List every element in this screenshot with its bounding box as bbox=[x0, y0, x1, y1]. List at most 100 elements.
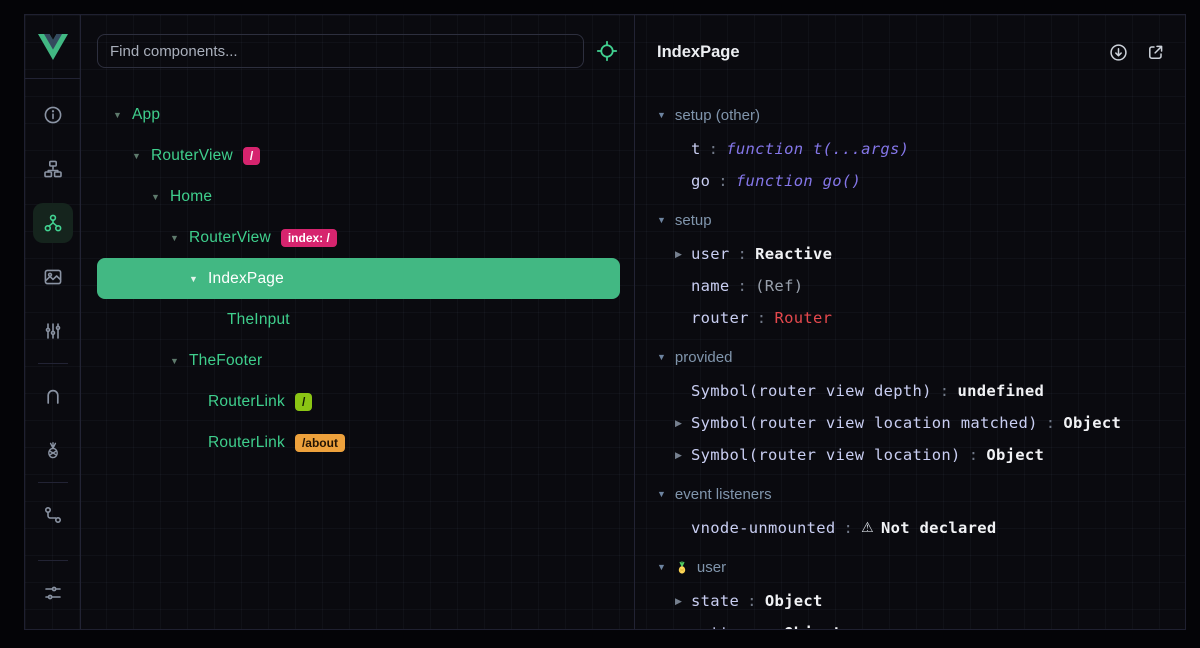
caret-down-icon[interactable]: ▼ bbox=[170, 233, 189, 243]
section-setup-other: ▼ setup (other) t : function t(...args) … bbox=[635, 97, 1185, 197]
prop-value: Object bbox=[986, 446, 1044, 464]
sidebar-divider bbox=[38, 482, 68, 483]
components-icon bbox=[43, 213, 63, 233]
caret-down-icon[interactable]: ▼ bbox=[113, 110, 132, 120]
caret-down-icon[interactable]: ▼ bbox=[132, 151, 151, 161]
prop-row-symbol-depth[interactable]: Symbol(router view depth) : undefined bbox=[635, 375, 1185, 407]
component-name: RouterView bbox=[151, 147, 233, 165]
tree-node-home[interactable]: ▼ Home bbox=[97, 176, 620, 217]
search-input[interactable] bbox=[97, 34, 584, 68]
tree-node-indexpage[interactable]: ▼ IndexPage bbox=[97, 258, 620, 299]
caret-right-icon[interactable]: ▶ bbox=[675, 596, 691, 607]
section-label: setup bbox=[675, 212, 712, 229]
prop-value: function go() bbox=[736, 172, 861, 190]
locate-icon bbox=[596, 40, 618, 62]
prop-value: Object bbox=[1063, 414, 1121, 432]
prop-value: Not declared bbox=[881, 519, 997, 537]
component-tree-icon bbox=[43, 159, 63, 179]
open-in-editor-icon bbox=[1146, 43, 1165, 62]
open-in-editor-button[interactable] bbox=[1146, 43, 1165, 62]
prop-row-user[interactable]: ▶ user : Reactive bbox=[635, 238, 1185, 270]
prop-separator: : bbox=[843, 519, 853, 537]
component-name: TheInput bbox=[227, 311, 290, 329]
caret-down-icon[interactable]: ▼ bbox=[151, 192, 170, 202]
sidebar-item-hooks[interactable] bbox=[33, 376, 73, 416]
caret-down-icon[interactable]: ▼ bbox=[189, 274, 208, 284]
prop-key: getters bbox=[691, 624, 758, 629]
sidebar-item-pinia[interactable] bbox=[33, 430, 73, 470]
inspector-actions bbox=[1109, 43, 1165, 62]
select-component-button[interactable] bbox=[596, 40, 618, 62]
prop-key: vnode-unmounted bbox=[691, 519, 835, 537]
section-header-pinia-user[interactable]: ▼ user bbox=[635, 549, 1185, 585]
prop-row-router[interactable]: router : Router bbox=[635, 302, 1185, 334]
prop-row-state[interactable]: ▶ state : Object bbox=[635, 585, 1185, 617]
warning-icon: ⚠ bbox=[861, 520, 874, 536]
tree-node-routerview[interactable]: ▼ RouterView / bbox=[97, 135, 620, 176]
hooks-icon bbox=[43, 386, 63, 406]
sidebar bbox=[25, 15, 81, 629]
options-icon bbox=[43, 321, 63, 341]
tree-node-app[interactable]: ▼ App bbox=[97, 94, 620, 135]
prop-value: Router bbox=[774, 309, 832, 327]
tree-node-routerview-index[interactable]: ▼ RouterView index: / bbox=[97, 217, 620, 258]
tree-node-routerlink-1[interactable]: RouterLink / bbox=[97, 381, 620, 422]
prop-row-name[interactable]: name : (Ref) bbox=[635, 270, 1185, 302]
prop-row-getters[interactable]: ▶ getters : Object bbox=[635, 617, 1185, 629]
section-header-event-listeners[interactable]: ▼ event listeners bbox=[635, 476, 1185, 512]
prop-row-go[interactable]: go : function go() bbox=[635, 165, 1185, 197]
assets-icon bbox=[43, 267, 63, 287]
prop-separator: : bbox=[738, 245, 748, 263]
caret-down-icon[interactable]: ▼ bbox=[657, 352, 666, 362]
caret-down-icon[interactable]: ▼ bbox=[170, 356, 189, 366]
graph-icon bbox=[43, 505, 63, 525]
caret-down-icon[interactable]: ▼ bbox=[657, 489, 666, 499]
section-label: setup (other) bbox=[675, 107, 760, 124]
caret-down-icon[interactable]: ▼ bbox=[657, 562, 666, 572]
sidebar-item-components[interactable] bbox=[33, 203, 73, 243]
component-tree: ▼ App ▼ RouterView / ▼ Home ▼ RouterView… bbox=[81, 94, 634, 463]
prop-key: t bbox=[691, 140, 701, 158]
inspector-panel: IndexPage ▼ bbox=[635, 15, 1185, 629]
prop-separator: : bbox=[757, 309, 767, 327]
sidebar-item-settings[interactable] bbox=[33, 573, 73, 613]
sidebar-item-options[interactable] bbox=[33, 311, 73, 351]
tree-node-theinput[interactable]: TheInput bbox=[97, 299, 620, 340]
prop-separator: : bbox=[747, 592, 757, 610]
component-tree-panel: ▼ App ▼ RouterView / ▼ Home ▼ RouterView… bbox=[81, 15, 635, 629]
sidebar-item-info[interactable] bbox=[33, 95, 73, 135]
sidebar-item-component-tree[interactable] bbox=[33, 149, 73, 189]
prop-key: Symbol(router view location) bbox=[691, 446, 961, 464]
section-label: user bbox=[697, 559, 726, 576]
section-header-setup-other[interactable]: ▼ setup (other) bbox=[635, 97, 1185, 133]
prop-value: undefined bbox=[957, 382, 1044, 400]
prop-value: Object bbox=[765, 592, 823, 610]
sidebar-item-graph[interactable] bbox=[33, 495, 73, 535]
tree-node-routerlink-2[interactable]: RouterLink /about bbox=[97, 422, 620, 463]
prop-row-vnode-unmounted[interactable]: vnode-unmounted : ⚠ Not declared bbox=[635, 512, 1185, 544]
scroll-to-component-button[interactable] bbox=[1109, 43, 1128, 62]
route-badge: / bbox=[295, 393, 312, 411]
prop-row-symbol-location[interactable]: ▶ Symbol(router view location) : Object bbox=[635, 439, 1185, 471]
caret-down-icon[interactable]: ▼ bbox=[657, 110, 666, 120]
section-header-provided[interactable]: ▼ provided bbox=[635, 339, 1185, 375]
sidebar-item-assets[interactable] bbox=[33, 257, 73, 297]
prop-key: Symbol(router view location matched) bbox=[691, 414, 1038, 432]
tree-node-thefooter[interactable]: ▼ TheFooter bbox=[97, 340, 620, 381]
vue-logo[interactable] bbox=[25, 15, 80, 79]
pinia-icon bbox=[43, 440, 63, 460]
caret-right-icon[interactable]: ▶ bbox=[675, 249, 691, 260]
section-header-setup[interactable]: ▼ setup bbox=[635, 202, 1185, 238]
sidebar-divider bbox=[38, 363, 68, 364]
prop-row-t[interactable]: t : function t(...args) bbox=[635, 133, 1185, 165]
vue-devtools-window: ▼ App ▼ RouterView / ▼ Home ▼ RouterView… bbox=[24, 14, 1186, 630]
prop-row-symbol-matched[interactable]: ▶ Symbol(router view location matched) :… bbox=[635, 407, 1185, 439]
sidebar-nav bbox=[25, 79, 80, 629]
prop-value: (Ref) bbox=[755, 277, 803, 295]
caret-right-icon[interactable]: ▶ bbox=[675, 450, 691, 461]
caret-right-icon[interactable]: ▶ bbox=[675, 628, 691, 630]
tree-toolbar bbox=[81, 15, 634, 68]
prop-key: state bbox=[691, 592, 739, 610]
caret-down-icon[interactable]: ▼ bbox=[657, 215, 666, 225]
caret-right-icon[interactable]: ▶ bbox=[675, 418, 691, 429]
